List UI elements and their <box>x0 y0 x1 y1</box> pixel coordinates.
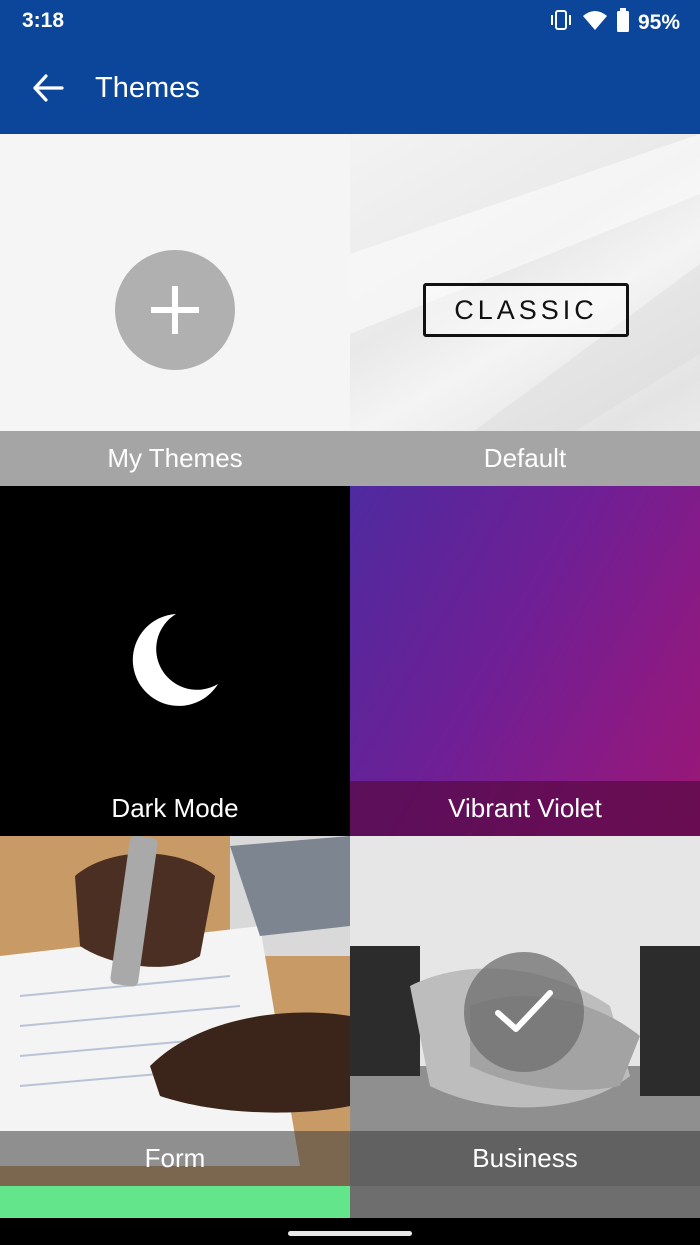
theme-tile-vibrant-violet[interactable]: Vibrant Violet <box>350 486 700 836</box>
theme-tile-my-themes[interactable]: My Themes <box>0 134 350 486</box>
back-button[interactable] <box>26 66 70 110</box>
classic-badge: CLASSIC <box>423 283 629 337</box>
status-icons: 95% <box>548 8 680 37</box>
battery-percent: 95% <box>637 10 680 34</box>
wifi-icon <box>582 9 608 36</box>
theme-tile-default[interactable]: CLASSIC Default <box>350 134 700 486</box>
home-gesture-pill[interactable] <box>288 1231 412 1236</box>
theme-tile-form[interactable]: Form <box>0 836 350 1186</box>
theme-tile-next-right[interactable] <box>350 1186 700 1218</box>
theme-label: Default <box>350 431 700 486</box>
theme-tile-dark-mode[interactable]: Dark Mode <box>0 486 350 836</box>
theme-label: Form <box>0 1131 350 1186</box>
theme-label: Dark Mode <box>0 781 350 836</box>
selected-indicator <box>464 952 584 1072</box>
plus-icon <box>151 286 199 334</box>
theme-label: Business <box>350 1131 700 1186</box>
themes-grid: My Themes CLASSIC Default Dark Mode Vibr… <box>0 134 700 1218</box>
battery-icon <box>616 8 630 37</box>
status-bar: 3:18 95% <box>0 0 700 42</box>
theme-tile-business[interactable]: Business <box>350 836 700 1186</box>
app-bar: Themes <box>0 42 700 134</box>
navigation-bar <box>0 1218 700 1245</box>
page-title: Themes <box>95 72 200 104</box>
theme-label: My Themes <box>0 431 350 486</box>
status-time: 3:18 <box>22 9 65 32</box>
theme-label: Vibrant Violet <box>350 781 700 836</box>
add-theme-button[interactable] <box>115 250 235 370</box>
vibrate-icon <box>548 9 574 36</box>
theme-tile-next-left[interactable] <box>0 1186 350 1218</box>
arrow-left-icon <box>33 74 64 102</box>
moon-icon <box>132 614 218 706</box>
check-icon <box>495 990 553 1032</box>
